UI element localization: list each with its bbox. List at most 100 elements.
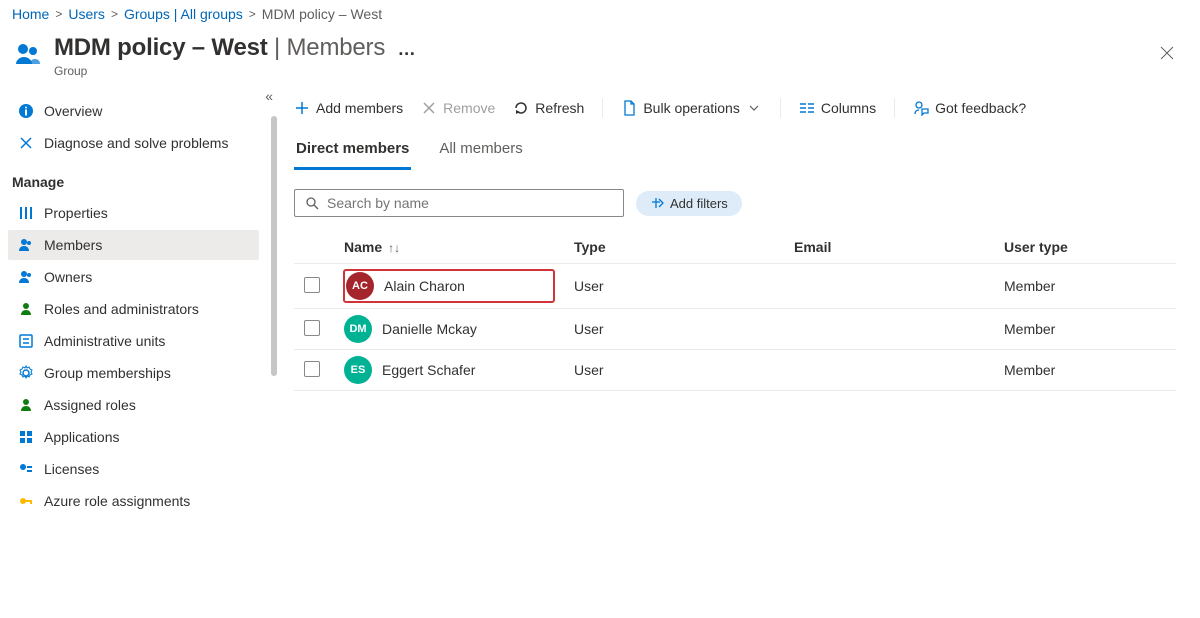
sidebar-item-label: Members [44, 237, 102, 253]
columns-button[interactable]: Columns [799, 100, 876, 116]
columns-icon [799, 100, 815, 116]
column-header-type[interactable]: Type [564, 231, 784, 264]
sidebar-item-admin-units[interactable]: Administrative units [8, 326, 259, 356]
row-checkbox[interactable] [304, 361, 320, 377]
tab-direct-members[interactable]: Direct members [294, 134, 411, 170]
person-role-icon [18, 397, 34, 413]
more-actions-button[interactable]: … [398, 39, 418, 59]
cell-email [784, 350, 994, 391]
info-icon [18, 103, 34, 119]
add-filters-button[interactable]: Add filters [636, 191, 742, 216]
search-input[interactable] [294, 189, 624, 217]
sidebar-item-label: Diagnose and solve problems [44, 135, 228, 151]
page-header: MDM policy – West | Members … Group [0, 28, 1200, 88]
add-members-button[interactable]: Add members [294, 100, 403, 116]
tab-bar: Direct members All members [294, 126, 1176, 171]
cell-type: User [564, 309, 784, 350]
search-input-field[interactable] [327, 195, 613, 211]
group-icon [12, 38, 44, 70]
bulk-operations-button[interactable]: Bulk operations [621, 100, 762, 116]
chevron-right-icon: > [55, 7, 62, 21]
toolbar-separator [894, 98, 895, 118]
command-bar: Add members Remove Refresh Bulk operatio… [294, 94, 1176, 126]
person-role-icon [18, 301, 34, 317]
chip-label: Add filters [670, 196, 728, 211]
members-table: Name↑↓ Type Email User type AC Alain Cha… [294, 231, 1176, 391]
user-name[interactable]: Eggert Schafer [382, 362, 475, 378]
breadcrumb-link[interactable]: Users [68, 6, 105, 22]
admin-units-icon [18, 333, 34, 349]
sidebar-item-group-memberships[interactable]: Group memberships [8, 358, 259, 388]
cell-type: User [564, 264, 784, 309]
collapse-sidebar-button[interactable]: « [265, 88, 273, 104]
sidebar-item-properties[interactable]: Properties [8, 198, 259, 228]
sidebar-item-label: Properties [44, 205, 108, 221]
feedback-icon [913, 100, 929, 116]
refresh-button[interactable]: Refresh [513, 100, 584, 116]
button-label: Remove [443, 100, 495, 116]
sidebar-item-azure-role-assignments[interactable]: Azure role assignments [8, 486, 259, 516]
sidebar: « Overview Diagnose and solve problems M… [0, 88, 280, 618]
sidebar-item-licenses[interactable]: Licenses [8, 454, 259, 484]
sidebar-item-applications[interactable]: Applications [8, 422, 259, 452]
content-pane: Add members Remove Refresh Bulk operatio… [280, 88, 1200, 618]
cell-email [784, 264, 994, 309]
table-row[interactable]: DM Danielle Mckay User Member [294, 309, 1176, 350]
sidebar-item-label: Applications [44, 429, 120, 445]
user-name[interactable]: Danielle Mckay [382, 321, 477, 337]
x-icon [421, 100, 437, 116]
cell-user-type: Member [994, 350, 1176, 391]
cell-type: User [564, 350, 784, 391]
button-label: Bulk operations [643, 100, 740, 116]
page-subtitle: Group [54, 64, 1144, 78]
close-button[interactable] [1154, 42, 1180, 64]
page-title-main: MDM policy – West [54, 34, 268, 61]
sidebar-item-assigned-roles[interactable]: Assigned roles [8, 390, 259, 420]
breadcrumb-link[interactable]: Groups | All groups [124, 6, 243, 22]
sidebar-item-diagnose[interactable]: Diagnose and solve problems [8, 128, 259, 158]
toolbar-separator [780, 98, 781, 118]
breadcrumb-link[interactable]: Home [12, 6, 49, 22]
sidebar-item-label: Roles and administrators [44, 301, 199, 317]
cell-email [784, 309, 994, 350]
sidebar-section-manage: Manage [8, 160, 259, 196]
button-label: Columns [821, 100, 876, 116]
sidebar-item-roles-administrators[interactable]: Roles and administrators [8, 294, 259, 324]
column-header-name[interactable]: Name↑↓ [334, 231, 564, 264]
tab-all-members[interactable]: All members [437, 134, 524, 170]
chevron-right-icon: > [111, 7, 118, 21]
user-name[interactable]: Alain Charon [384, 278, 465, 294]
sidebar-item-label: Overview [44, 103, 102, 119]
table-row[interactable]: ES Eggert Schafer User Member [294, 350, 1176, 391]
row-checkbox[interactable] [304, 277, 320, 293]
sidebar-item-label: Administrative units [44, 333, 165, 349]
table-header-row: Name↑↓ Type Email User type [294, 231, 1176, 264]
column-header-user-type[interactable]: User type [994, 231, 1176, 264]
key-icon [18, 493, 34, 509]
row-checkbox[interactable] [304, 320, 320, 336]
document-icon [621, 100, 637, 116]
sort-indicator-icon: ↑↓ [388, 241, 400, 255]
sidebar-item-owners[interactable]: Owners [8, 262, 259, 292]
column-header-email[interactable]: Email [784, 231, 994, 264]
feedback-button[interactable]: Got feedback? [913, 100, 1026, 116]
sidebar-item-members[interactable]: Members [8, 230, 259, 260]
license-icon [18, 461, 34, 477]
button-label: Add members [316, 100, 403, 116]
page-title: MDM policy – West | Members … [54, 34, 1144, 62]
properties-icon [18, 205, 34, 221]
button-label: Refresh [535, 100, 584, 116]
table-row[interactable]: AC Alain Charon User Member [294, 264, 1176, 309]
cell-user-type: Member [994, 309, 1176, 350]
page-title-suffix: Members [287, 34, 386, 61]
sidebar-item-label: Assigned roles [44, 397, 136, 413]
chevron-down-icon [746, 100, 762, 116]
gear-icon [18, 365, 34, 381]
remove-button[interactable]: Remove [421, 100, 495, 116]
toolbar-separator [602, 98, 603, 118]
sidebar-item-overview[interactable]: Overview [8, 96, 259, 126]
scrollbar-thumb[interactable] [271, 116, 277, 376]
avatar: ES [344, 356, 372, 384]
sidebar-item-label: Owners [44, 269, 92, 285]
filter-icon [650, 196, 664, 210]
